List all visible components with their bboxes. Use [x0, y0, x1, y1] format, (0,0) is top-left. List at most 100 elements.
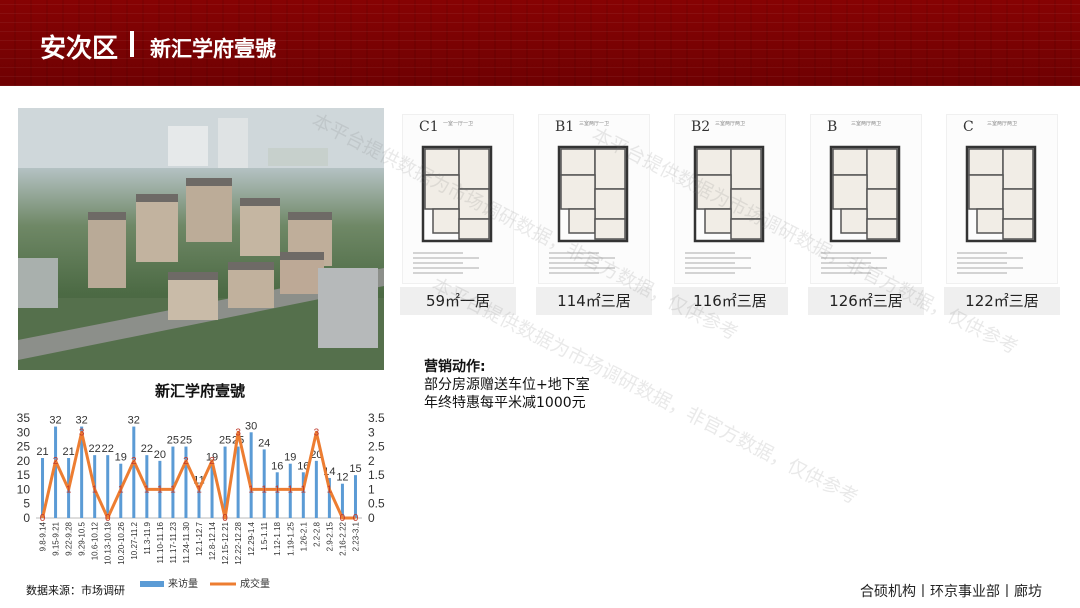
- x-tick-label: 2.2-2.8: [312, 521, 321, 546]
- deals-data-label: 1: [196, 484, 202, 495]
- project-title: 新汇学府壹號: [150, 37, 276, 61]
- floor-plan-label: 116㎡三居: [672, 287, 788, 315]
- x-tick-label: 1.19-1.25: [286, 521, 295, 555]
- x-tick-label: 9.8-9.14: [39, 521, 48, 551]
- floor-plan-room: [560, 148, 596, 176]
- floor-plan-room: [1002, 188, 1034, 220]
- floor-plan-room: [458, 148, 490, 190]
- floor-plan-subtitle: 三室两厅两卫: [987, 121, 1018, 127]
- x-tick-label: 9.15-9.21: [52, 521, 61, 555]
- visits-data-label: 25: [219, 435, 231, 447]
- floor-plan-card: B1 三室两厅一卫: [538, 114, 650, 284]
- y-left-tick-label: 20: [17, 454, 31, 468]
- legend-visits-label: 来访量: [168, 578, 198, 590]
- floor-plan-room: [560, 174, 596, 210]
- floor-plan-drawing: [685, 145, 765, 274]
- floor-plan-room: [866, 148, 898, 190]
- floor-plan-room: [432, 208, 460, 234]
- x-tick-label: 10.6-10.12: [91, 521, 100, 560]
- x-tick-label: 2.9-2.15: [325, 521, 334, 551]
- header-divider: [130, 31, 134, 57]
- project-aerial-image: [18, 108, 384, 370]
- floor-plan-room: [1002, 148, 1034, 190]
- floor-plan-card: C 三室两厅两卫: [946, 114, 1058, 284]
- y-left-tick-label: 5: [23, 497, 30, 511]
- visits-bar: [353, 475, 357, 518]
- visits-data-label: 25: [180, 435, 192, 447]
- x-tick-label: 1.12-1.18: [273, 521, 282, 555]
- floor-plan-subtitle: 三室两厅一卫: [579, 121, 610, 127]
- deals-data-label: 2: [131, 456, 137, 467]
- sales-chart: 新汇学府壹號 0 5 10 15 20 25 30 35 0 0.5 1 1.5 2 2.5 3 3.5 21 3…: [0, 372, 400, 608]
- visits-data-label: 19: [115, 452, 127, 464]
- visits-data-label: 30: [245, 420, 257, 432]
- deals-data-label: 1: [327, 484, 333, 495]
- x-tick-label: 1.26-2.1: [299, 521, 308, 551]
- visits-data-label: 20: [154, 449, 166, 461]
- x-tick-label: 12.22-12.28: [234, 521, 243, 564]
- floor-plan-room: [832, 148, 868, 176]
- x-tick-label: 11.24-11.30: [182, 521, 191, 563]
- visits-data-label: 19: [284, 452, 296, 464]
- floor-plan-room: [968, 148, 1004, 176]
- visits-bar: [54, 426, 58, 518]
- y-right-tick-label: 1.5: [368, 468, 385, 482]
- floor-plan-room: [866, 188, 898, 220]
- deals-data-label: 1: [261, 484, 267, 495]
- y-right-tick-label: 1: [368, 482, 375, 496]
- deals-data-label: 3: [79, 427, 85, 438]
- floor-plan-label: 122㎡三居: [944, 287, 1060, 315]
- floor-plan-room: [976, 208, 1004, 234]
- floor-plan-code: B: [827, 119, 838, 135]
- visits-data-label: 15: [349, 463, 361, 475]
- y-left-tick-label: 0: [23, 511, 30, 525]
- x-tick-label: 10.20-10.26: [117, 521, 126, 564]
- deals-data-label: 1: [118, 484, 124, 495]
- floor-plan-drawing: [957, 145, 1037, 274]
- x-tick-label: 12.15-12.21: [221, 521, 230, 564]
- deals-data-label: 1: [274, 484, 280, 495]
- visits-bar: [249, 432, 253, 518]
- visits-data-label: 21: [62, 446, 74, 458]
- floor-plan-code: B1: [555, 119, 575, 135]
- deals-data-label: 1: [248, 484, 254, 495]
- floor-plan-room: [568, 208, 596, 234]
- visits-data-label: 25: [167, 435, 179, 447]
- y-right-tick-label: 0: [368, 511, 375, 525]
- visits-bar: [106, 455, 110, 518]
- deals-data-label: 1: [157, 484, 163, 495]
- floor-plan-room: [730, 218, 762, 240]
- floor-plan-room: [594, 148, 626, 190]
- floor-plan-card: C1 一室一厅一卫: [402, 114, 514, 284]
- x-tick-label: 9.29-10.5: [78, 521, 87, 555]
- deals-data-label: 3: [314, 427, 320, 438]
- visits-bar: [171, 446, 175, 518]
- floor-plan-room: [458, 188, 490, 220]
- floor-plan-room: [866, 218, 898, 240]
- x-tick-label: 1.5-1.11: [260, 521, 269, 550]
- floor-plan-room: [832, 174, 868, 210]
- floor-plan-code: C: [963, 119, 974, 135]
- data-source: 数据来源：市场调研: [26, 584, 125, 597]
- y-right-tick-label: 3.5: [368, 411, 385, 425]
- legend-deals-label: 成交量: [240, 577, 270, 590]
- visits-bar: [132, 426, 136, 518]
- deals-data-label: 1: [170, 484, 176, 495]
- y-left-tick-label: 30: [17, 425, 31, 439]
- visits-bar: [314, 460, 318, 518]
- floor-plan-room: [1002, 218, 1034, 240]
- deals-data-label: 1: [144, 484, 150, 495]
- y-right-tick-label: 3: [368, 425, 375, 439]
- floor-plan-label: 59㎡一居: [400, 287, 516, 315]
- y-right-tick-label: 0.5: [368, 497, 385, 511]
- floor-plan-room: [696, 148, 732, 176]
- y-left-tick-label: 35: [17, 411, 31, 425]
- floor-plan-subtitle: 三室两厅两卫: [851, 121, 882, 127]
- deals-data-label: 1: [287, 484, 293, 495]
- floor-plan-code: C1: [419, 119, 439, 135]
- visits-data-label: 32: [76, 415, 88, 427]
- floor-plan-room: [840, 208, 868, 234]
- floor-plan-drawing: [549, 145, 629, 274]
- deals-data-label: 1: [92, 484, 98, 495]
- visits-data-label: 32: [128, 415, 140, 427]
